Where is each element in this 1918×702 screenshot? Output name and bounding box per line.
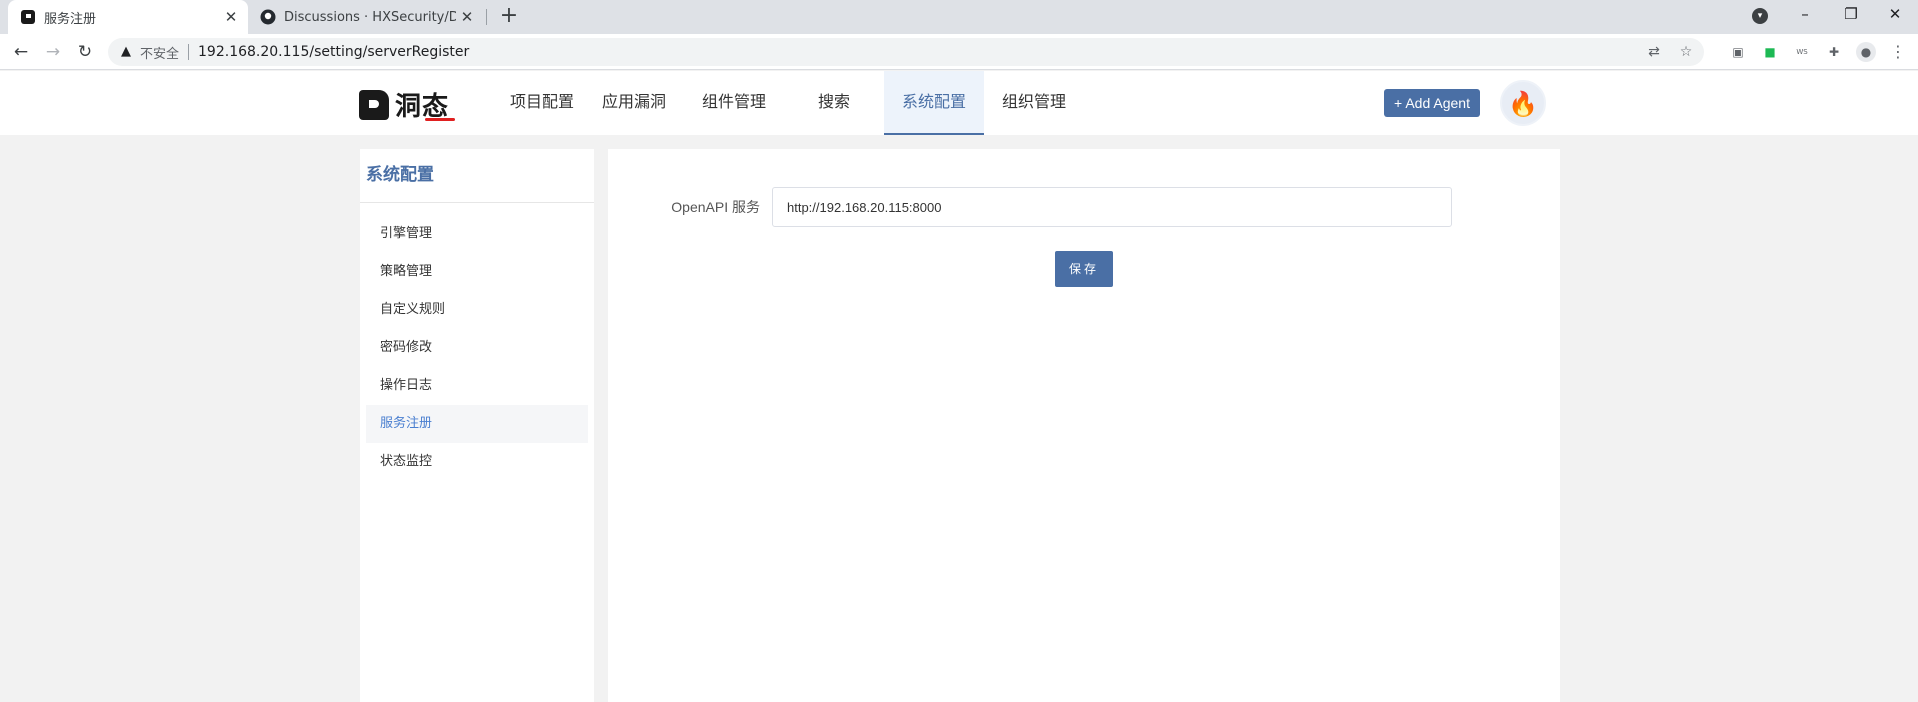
url-text[interactable]: 192.168.20.115/setting/serverRegister [198, 44, 469, 60]
tab-title: 服务注册 [44, 11, 97, 27]
divider [188, 44, 190, 60]
browser-toolbar: ← → ↻ ▲ 不安全 192.168.20.115/setting/serve… [0, 34, 1918, 70]
extension-green-icon[interactable]: ■ [1760, 42, 1780, 62]
warning-icon: ▲ [121, 44, 131, 59]
save-button[interactable]: 保存 [1055, 251, 1113, 287]
extension-screenshot-icon[interactable]: ▣ [1728, 42, 1748, 62]
app-header: 洞态 项目配置 应用漏洞 组件管理 搜索 系统配置 组织管理 + Add Age… [0, 71, 1918, 135]
restore-button[interactable]: ❐ [1828, 0, 1874, 30]
nav-item-components[interactable]: 组件管理 [688, 71, 780, 135]
security-label[interactable]: 不安全 [140, 43, 179, 62]
extensions-puzzle-icon[interactable]: ✚ [1824, 42, 1844, 62]
tab-separator [486, 9, 487, 25]
minimize-button[interactable]: – [1782, 0, 1828, 30]
nav-item-system-config[interactable]: 系统配置 [884, 71, 984, 135]
sidebar-item-status-monitor[interactable]: 状态监控 [366, 443, 588, 481]
logo-text: 洞态 [395, 86, 456, 123]
forward-arrow-icon[interactable]: → [41, 40, 65, 64]
sidebar-title: 系统配置 [360, 149, 594, 203]
sidebar-item-service-register[interactable]: 服务注册 [366, 405, 588, 443]
back-arrow-icon[interactable]: ← [9, 40, 33, 64]
translate-icon[interactable]: ⇄ [1644, 42, 1664, 62]
avatar[interactable]: 🔥 [1500, 80, 1546, 126]
main-panel: OpenAPI 服务 保存 [608, 149, 1560, 702]
profile-icon[interactable]: ● [1856, 42, 1876, 62]
tab-close-icon[interactable]: ✕ [220, 8, 242, 26]
openapi-form-row: OpenAPI 服务 [670, 187, 1452, 227]
tab-search-icon[interactable]: ▾ [1752, 8, 1768, 24]
extension-ws-client-icon[interactable]: WS [1792, 42, 1812, 62]
nav-item-search[interactable]: 搜索 [788, 71, 880, 135]
dongtai-favicon-icon [21, 10, 35, 24]
sidebar-item-engine[interactable]: 引擎管理 [366, 215, 588, 253]
sidebar-item-operation-log[interactable]: 操作日志 [366, 367, 588, 405]
browser-tab-strip: 服务注册 ✕ Discussions · HXSecurity/Dong ✕ +… [0, 0, 1918, 34]
tab-active[interactable]: 服务注册 ✕ [8, 0, 248, 34]
sidebar: 系统配置 引擎管理 策略管理 自定义规则 密码修改 操作日志 服务注册 状态监控 [360, 149, 594, 702]
add-agent-button[interactable]: + Add Agent [1384, 89, 1480, 117]
github-favicon-icon [260, 9, 276, 25]
tab-discussions[interactable]: Discussions · HXSecurity/Dong ✕ [252, 0, 484, 34]
openapi-label: OpenAPI 服务 [671, 199, 760, 215]
sidebar-item-custom-rules[interactable]: 自定义规则 [366, 291, 588, 329]
tab-close-icon[interactable]: ✕ [456, 8, 478, 26]
logo-mark-icon [359, 89, 389, 120]
nav-item-org[interactable]: 组织管理 [988, 71, 1080, 135]
sidebar-item-password[interactable]: 密码修改 [366, 329, 588, 367]
bookmark-star-icon[interactable]: ☆ [1676, 42, 1696, 62]
close-window-button[interactable]: ✕ [1872, 0, 1918, 30]
flame-icon: 🔥 [1508, 90, 1538, 118]
tab-title: Discussions · HXSecurity/Dong [284, 9, 456, 25]
openapi-url-input[interactable] [772, 187, 1452, 227]
logo[interactable]: 洞态 [359, 86, 456, 123]
sidebar-item-strategy[interactable]: 策略管理 [366, 253, 588, 291]
address-bar[interactable]: ▲ 不安全 192.168.20.115/setting/serverRegis… [108, 38, 1704, 66]
sidebar-list: 引擎管理 策略管理 自定义规则 密码修改 操作日志 服务注册 状态监控 [360, 203, 594, 481]
nav-item-project[interactable]: 项目配置 [496, 71, 588, 135]
new-tab-button[interactable]: + [496, 4, 522, 30]
nav-item-vulns[interactable]: 应用漏洞 [588, 71, 680, 135]
menu-kebab-icon[interactable]: ⋮ [1888, 42, 1908, 62]
reload-icon[interactable]: ↻ [73, 40, 97, 64]
